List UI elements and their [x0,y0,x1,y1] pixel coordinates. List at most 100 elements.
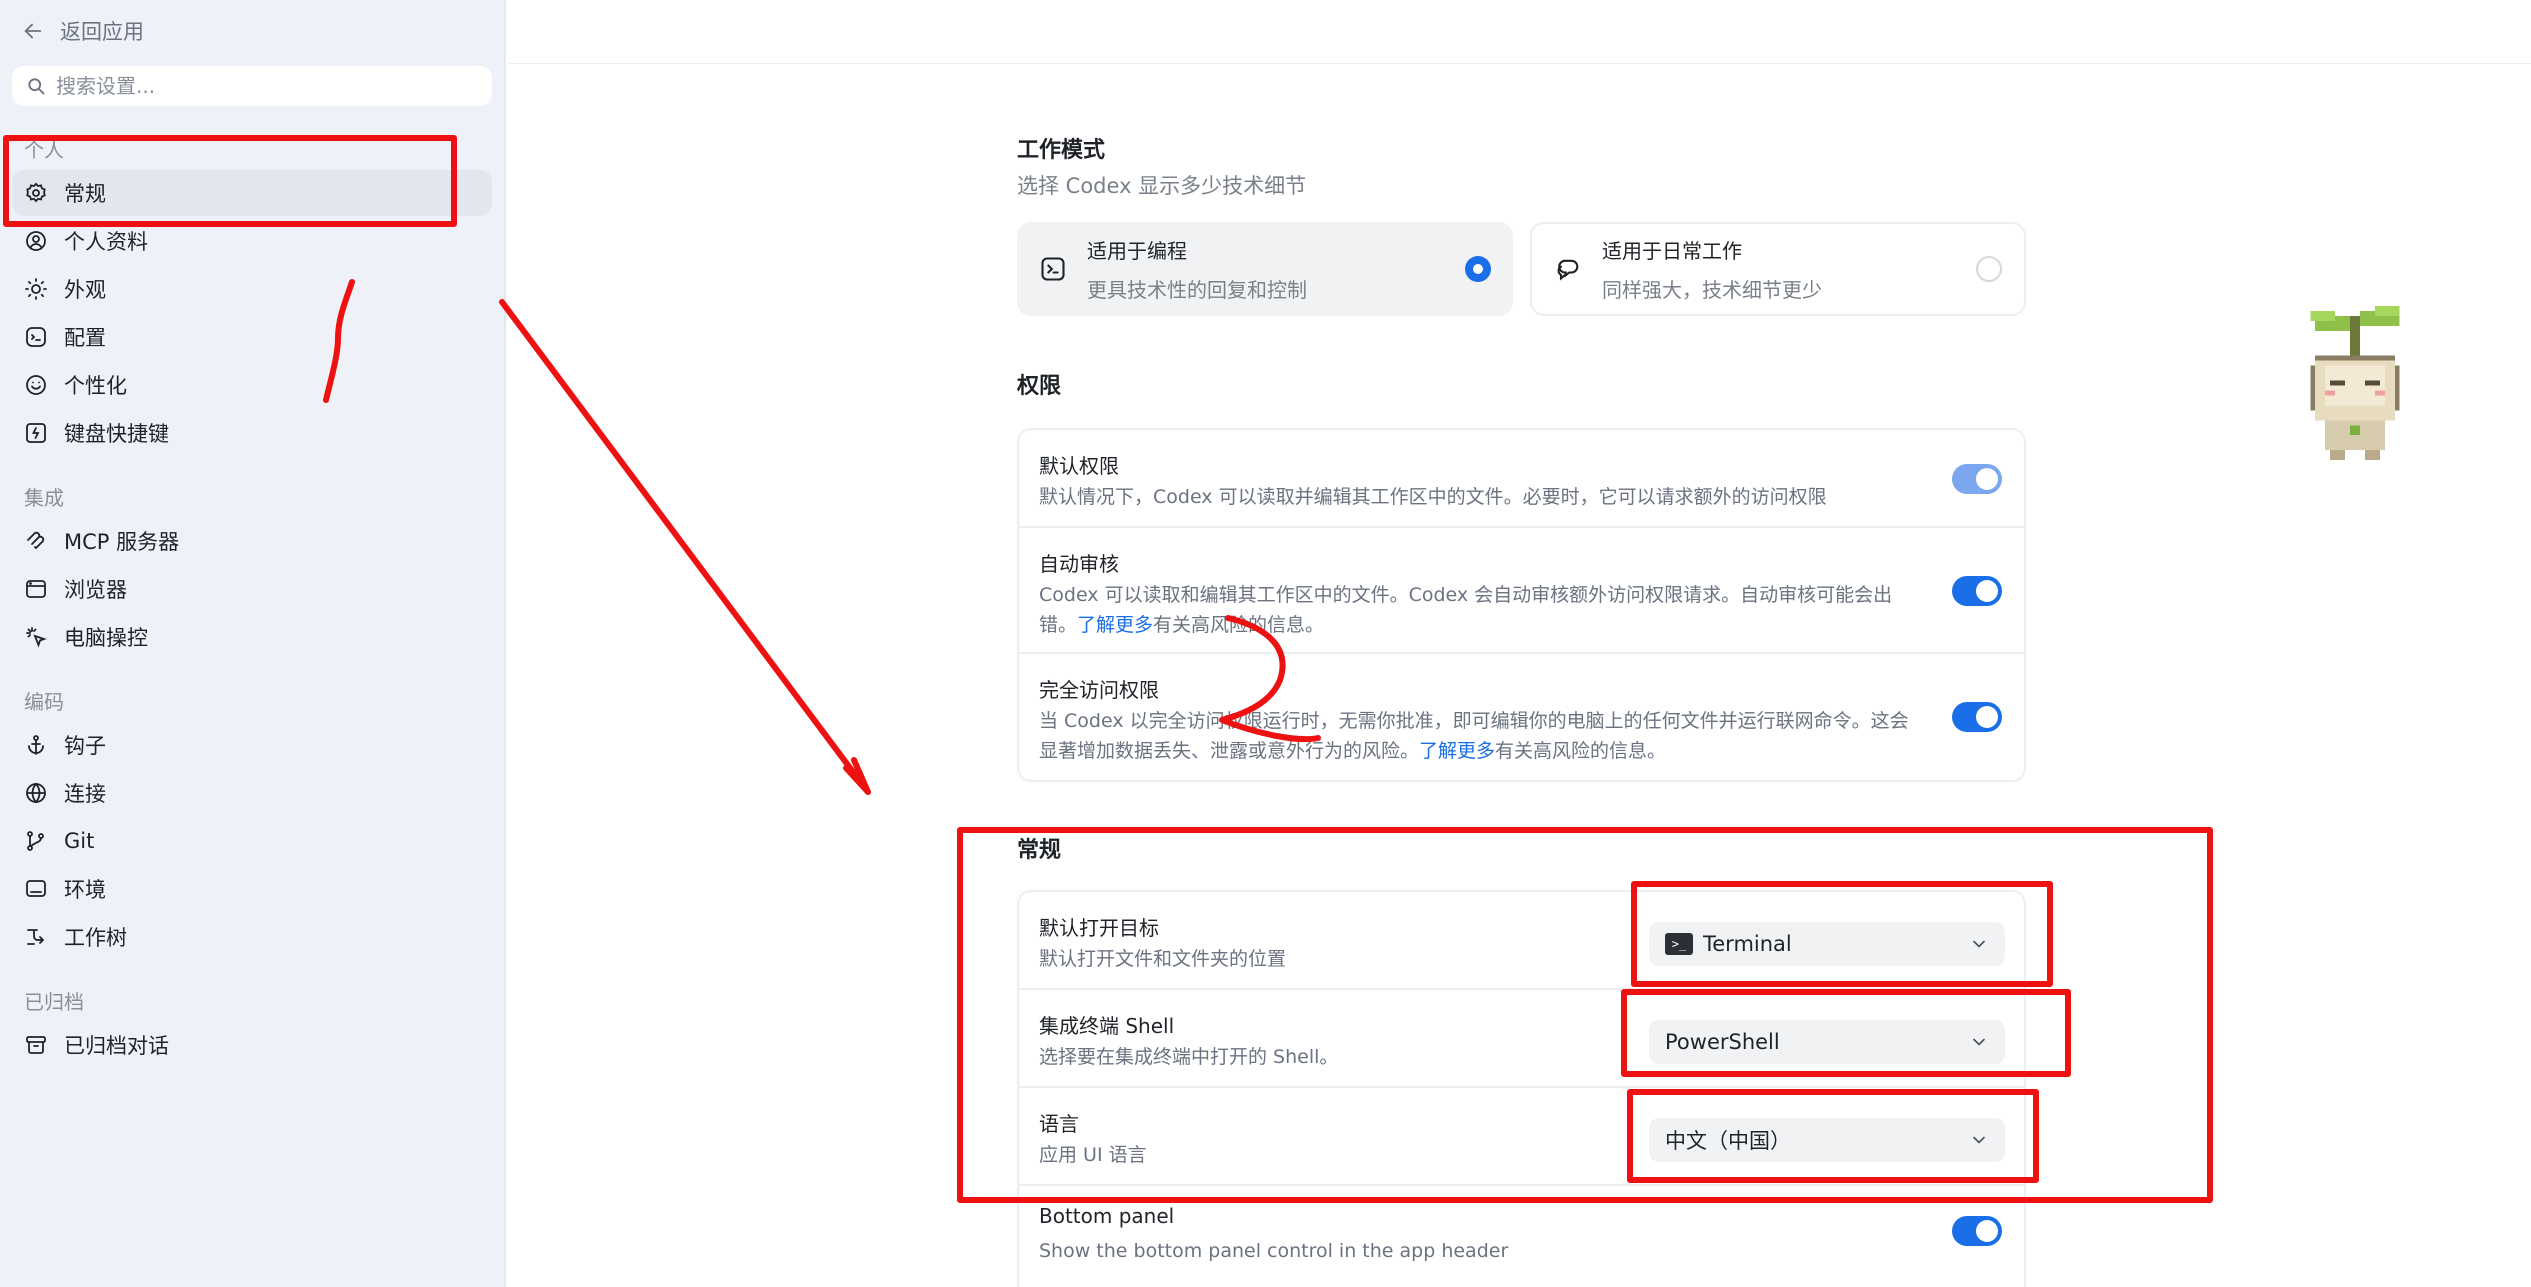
general-title: 常规 [1017,838,1062,863]
permission-auto-review-toggle[interactable] [1952,576,2002,606]
sprout-mascot-icon [2310,306,2400,461]
sidebar-item-label: Git [64,829,95,853]
general-row-bottom-panel: Bottom panel Show the bottom panel contr… [1019,1186,2024,1286]
auto-review-desc-post: 有关高风险的信息。 [1153,614,1325,636]
sidebar-item-hooks[interactable]: 钩子 [12,722,492,768]
sidebar-item-git[interactable]: Git [12,818,492,864]
header-divider [508,63,2531,64]
sidebar-item-label: 个人资料 [64,230,148,254]
full-access-desc-post: 有关高风险的信息。 [1495,740,1667,762]
anchor-icon [28,735,44,755]
auto-review-learn-more-link[interactable]: 了解更多 [1077,614,1153,636]
mode-card-coding[interactable]: 适用于编程 更具技术性的回复和控制 [1017,222,1513,316]
auto-review-desc-line1: Codex 可以读取和编辑其工作区中的文件。Codex 会自动审核额外访问权限请… [1039,584,1893,606]
sidebar: 返回应用 个人 常规 个人资料 外观 配置 个性化 键盘快捷键 集成 MCP 服… [0,0,506,1287]
sidebar-item-label: 钩子 [64,734,106,758]
auto-review-desc-line2: 错。了解更多有关高风险的信息。 [1039,610,1939,640]
sidebar-item-computer-control[interactable]: 电脑操控 [12,614,492,660]
permission-row-auto-review: 自动审核 Codex 可以读取和编辑其工作区中的文件。Codex 会自动审核额外… [1019,528,2024,654]
back-to-app-button[interactable]: 返回应用 [22,14,144,48]
permission-auto-review-desc: Codex 可以读取和编辑其工作区中的文件。Codex 会自动审核额外访问权限请… [1039,580,1939,640]
settings-search[interactable] [12,66,492,106]
group-archived: 已归档 [24,990,84,1014]
sidebar-item-mcp[interactable]: MCP 服务器 [12,518,492,564]
chevron-down-icon [1973,940,1985,948]
chat-bubbles-icon [1557,259,1579,281]
search-icon [28,78,45,95]
arrow-left-icon [24,23,42,39]
permission-default-desc: 默认情况下，Codex 可以读取并编辑其工作区中的文件。必要时，它可以请求额外的… [1039,486,1827,508]
language-select[interactable]: 中文（中国） [1649,1118,2005,1162]
general-row-open-target: 默认打开目标 默认打开文件和文件夹的位置 >_ Terminal [1019,892,2024,990]
terminal-icon [1041,257,1065,281]
sidebar-item-appearance[interactable]: 外观 [12,266,492,312]
mcp-icon [27,531,45,549]
language-title: 语言 [1039,1112,1079,1136]
mode-coding-label: 适用于编程 [1087,239,1187,263]
open-target-title: 默认打开目标 [1039,916,1159,940]
permissions-panel: 默认权限 默认情况下，Codex 可以读取并编辑其工作区中的文件。必要时，它可以… [1017,428,2026,782]
full-access-desc-line2: 显著增加数据丢失、泄露或意外行为的风险。了解更多有关高风险的信息。 [1039,736,1939,766]
permission-default-toggle[interactable] [1952,464,2002,494]
full-access-desc-line1: 当 Codex 以完全访问权限运行时，无需你批准，即可编辑你的电脑上的任何文件并… [1039,710,1909,732]
full-access-learn-more-link[interactable]: 了解更多 [1419,740,1495,762]
permissions-title: 权限 [1017,374,1062,399]
bottom-panel-toggle[interactable] [1952,1216,2002,1246]
gear-icon [26,182,46,203]
sidebar-item-label: 连接 [64,782,106,806]
permission-default-title: 默认权限 [1039,454,1119,478]
mode-daily-desc: 同样强大，技术细节更少 [1602,278,1822,302]
back-label: 返回应用 [60,20,144,44]
globe-icon [26,782,46,804]
sun-icon [25,278,47,300]
sidebar-item-archived-chats[interactable]: 已归档对话 [12,1022,492,1068]
sidebar-item-label: 外观 [64,278,106,302]
chevron-down-icon [1973,1038,1985,1046]
bottom-panel-desc: Show the bottom panel control in the app… [1039,1240,1509,1262]
shell-select[interactable]: PowerShell [1649,1020,2005,1064]
sidebar-item-browser[interactable]: 浏览器 [12,566,492,612]
mode-coding-desc: 更具技术性的回复和控制 [1087,278,1307,302]
sidebar-item-config[interactable]: 配置 [12,314,492,360]
group-integrations: 集成 [24,486,64,510]
annotation-arrowhead [843,757,871,795]
sidebar-item-environment[interactable]: 环境 [12,866,492,912]
sidebar-item-worktree[interactable]: 工作树 [12,914,492,960]
sidebar-item-personalize[interactable]: 个性化 [12,362,492,408]
user-circle-icon [26,231,46,251]
chevron-down-icon [1973,1136,1985,1144]
worktree-icon [27,929,45,945]
open-target-select[interactable]: >_ Terminal [1649,922,2005,966]
sidebar-item-label: 个性化 [64,374,127,398]
sidebar-item-label: 工作树 [64,926,127,950]
shell-title: 集成终端 Shell [1039,1014,1175,1038]
sidebar-item-general[interactable]: 常规 [12,170,492,216]
git-branch-icon [27,831,44,851]
general-row-shell: 集成终端 Shell 选择要在集成终端中打开的 Shell。 PowerShel… [1019,990,2024,1088]
general-row-language: 语言 应用 UI 语言 中文（中国） [1019,1088,2024,1186]
sidebar-item-label: 电脑操控 [64,626,148,650]
open-target-value: Terminal [1703,932,1792,956]
permission-row-full-access: 完全访问权限 当 Codex 以完全访问权限运行时，无需你批准，即可编辑你的电脑… [1019,654,2024,780]
permission-row-default: 默认权限 默认情况下，Codex 可以读取并编辑其工作区中的文件。必要时，它可以… [1019,430,2024,528]
search-input[interactable] [56,74,476,98]
permission-full-access-toggle[interactable] [1952,702,2002,732]
mode-daily-label: 适用于日常工作 [1602,239,1742,263]
mode-daily-radio[interactable] [1976,256,2002,282]
annotation-arrow [499,299,871,795]
monitor-icon [26,880,46,897]
browser-window-icon [26,580,46,598]
keyboard-shortcut-icon [26,423,46,443]
group-coding: 编码 [24,690,64,714]
language-value: 中文（中国） [1665,1129,1791,1153]
work-mode-subtitle: 选择 Codex 显示多少技术细节 [1017,174,1307,198]
sidebar-item-profile[interactable]: 个人资料 [12,218,492,264]
sidebar-item-connections[interactable]: 连接 [12,770,492,816]
sidebar-item-label: 已归档对话 [64,1034,169,1058]
mode-coding-radio[interactable] [1465,256,1491,282]
archive-icon [26,1036,46,1054]
cursor-click-icon [26,627,47,648]
general-panel: 默认打开目标 默认打开文件和文件夹的位置 >_ Terminal 集成终端 Sh… [1017,890,2026,1287]
mode-card-daily[interactable]: 适用于日常工作 同样强大，技术细节更少 [1530,222,2026,316]
sidebar-item-shortcuts[interactable]: 键盘快捷键 [12,410,492,456]
